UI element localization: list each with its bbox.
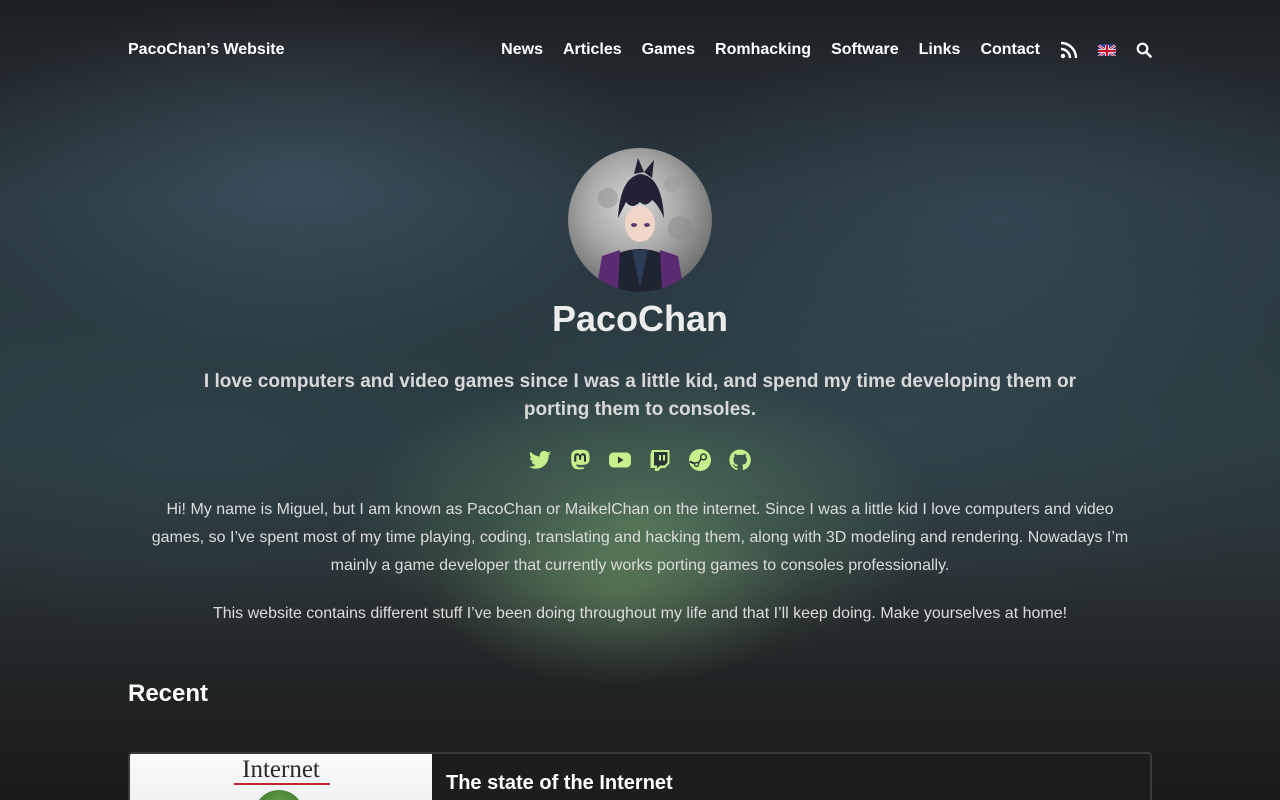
youtube-icon[interactable] bbox=[606, 446, 634, 474]
nav-news[interactable]: News bbox=[501, 41, 543, 59]
site-header: PacoChan’s Website News Articles Games R… bbox=[128, 36, 1152, 64]
github-icon[interactable] bbox=[726, 446, 754, 474]
nav-links[interactable]: Links bbox=[919, 41, 961, 59]
thumbnail-caption: Internet bbox=[242, 756, 320, 783]
recent-heading: Recent bbox=[128, 680, 209, 707]
profile-tagline: I love computers and video games since I… bbox=[203, 371, 1077, 420]
post-title[interactable]: The state of the Internet bbox=[446, 772, 673, 795]
nav-romhacking[interactable]: Romhacking bbox=[715, 41, 811, 59]
bio-paragraph-2: This website contains different stuff I’… bbox=[212, 605, 1068, 622]
nav-contact[interactable]: Contact bbox=[980, 41, 1040, 59]
mastodon-icon[interactable] bbox=[566, 446, 594, 474]
nav-software[interactable]: Software bbox=[831, 41, 899, 59]
steam-icon[interactable] bbox=[686, 446, 714, 474]
nav-games[interactable]: Games bbox=[642, 41, 695, 59]
profile-name: PacoChan bbox=[551, 298, 729, 339]
search-icon[interactable] bbox=[1136, 42, 1152, 58]
profile-avatar bbox=[568, 148, 712, 292]
recent-post-card[interactable]: Internet The state of the Internet bbox=[128, 752, 1152, 800]
main-nav: News Articles Games Romhacking Software … bbox=[481, 41, 1152, 59]
uk-flag-icon[interactable] bbox=[1098, 44, 1116, 56]
globe-icon bbox=[254, 790, 304, 800]
bio-paragraph-1: Hi! My name is Miguel, but I am known as… bbox=[151, 501, 1129, 574]
post-thumbnail[interactable]: Internet bbox=[130, 754, 432, 800]
social-links bbox=[0, 446, 1280, 474]
nav-articles[interactable]: Articles bbox=[563, 41, 622, 59]
site-title-link[interactable]: PacoChan’s Website bbox=[128, 41, 285, 59]
twitch-icon[interactable] bbox=[646, 446, 674, 474]
thumbnail-underline bbox=[234, 783, 330, 785]
twitter-icon[interactable] bbox=[526, 446, 554, 474]
rss-icon[interactable] bbox=[1060, 41, 1078, 59]
page: PacoChan’s Website News Articles Games R… bbox=[0, 0, 1280, 800]
